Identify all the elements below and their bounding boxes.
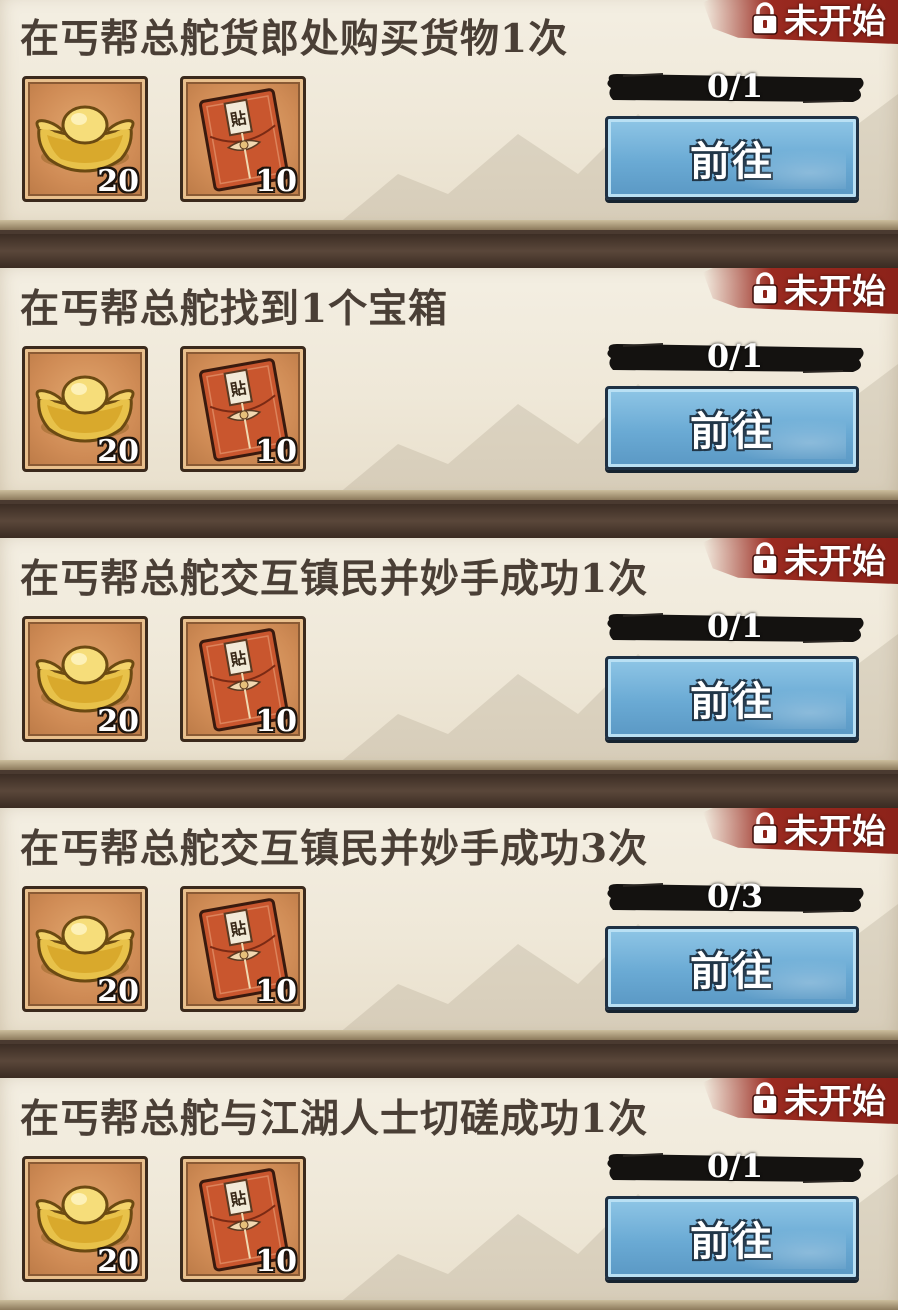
status-label: 未开始 <box>784 1081 886 1122</box>
progress-bar: 0/1 <box>603 607 867 646</box>
go-button[interactable]: 前往 <box>605 386 859 470</box>
reward-quantity: 10 <box>255 974 297 1009</box>
progress-bar: 0/1 <box>603 337 867 376</box>
task-divider <box>0 234 898 268</box>
task-card: 在丐帮总舵交互镇民并妙手成功3次 未开始 20 貼 10 0/3 前往 <box>0 804 898 1040</box>
reward-item-envelope[interactable]: 貼 10 <box>180 886 306 1012</box>
lock-icon <box>752 272 778 305</box>
task-title: 在丐帮总舵货郎处购买货物1次 <box>20 16 569 62</box>
reward-item-envelope[interactable]: 貼 10 <box>180 616 306 742</box>
progress-text: 0/3 <box>706 877 764 915</box>
go-button-label: 前往 <box>690 138 774 185</box>
reward-item-envelope[interactable]: 貼 10 <box>180 346 306 472</box>
progress-text: 0/1 <box>706 67 764 105</box>
reward-quantity: 10 <box>255 704 297 739</box>
task-card: 在丐帮总舵货郎处购买货物1次 未开始 20 貼 10 0/1 前往 <box>0 0 898 230</box>
lock-icon <box>752 812 778 845</box>
reward-quantity: 20 <box>97 1244 139 1279</box>
lock-icon <box>752 1082 778 1115</box>
go-button[interactable]: 前往 <box>605 656 859 740</box>
go-button-label: 前往 <box>690 678 774 725</box>
status-label: 未开始 <box>784 541 886 582</box>
reward-quantity: 10 <box>255 164 297 199</box>
progress-bar: 0/3 <box>603 877 867 916</box>
progress-text: 0/1 <box>706 337 764 375</box>
status-label: 未开始 <box>784 271 886 312</box>
progress-bar: 0/1 <box>603 67 867 106</box>
svg-text:貼: 貼 <box>229 1188 248 1209</box>
lock-icon <box>752 542 778 575</box>
reward-quantity: 20 <box>97 434 139 469</box>
task-title: 在丐帮总舵交互镇民并妙手成功3次 <box>20 826 649 872</box>
status-label: 未开始 <box>784 811 886 852</box>
task-card: 在丐帮总舵与江湖人士切磋成功1次 未开始 20 貼 10 0/1 前往 <box>0 1074 898 1310</box>
task-divider <box>0 504 898 538</box>
status-label: 未开始 <box>784 1 886 42</box>
reward-quantity: 20 <box>97 974 139 1009</box>
status-tag: 未开始 <box>703 804 898 854</box>
status-tag: 未开始 <box>703 0 898 44</box>
task-divider <box>0 1044 898 1078</box>
reward-item-gold[interactable]: 20 <box>22 76 148 202</box>
reward-item-gold[interactable]: 20 <box>22 346 148 472</box>
task-title: 在丐帮总舵与江湖人士切磋成功1次 <box>20 1096 649 1142</box>
svg-text:貼: 貼 <box>229 648 248 669</box>
reward-quantity: 20 <box>97 164 139 199</box>
progress-text: 0/1 <box>706 1147 764 1185</box>
svg-text:貼: 貼 <box>229 918 248 939</box>
reward-item-gold[interactable]: 20 <box>22 616 148 742</box>
reward-item-gold[interactable]: 20 <box>22 1156 148 1282</box>
reward-quantity: 10 <box>255 1244 297 1279</box>
task-divider <box>0 774 898 808</box>
task-title: 在丐帮总舵找到1个宝箱 <box>20 286 449 332</box>
lock-icon <box>752 2 778 35</box>
task-card: 在丐帮总舵交互镇民并妙手成功1次 未开始 20 貼 10 0/1 前往 <box>0 534 898 770</box>
go-button[interactable]: 前往 <box>605 926 859 1010</box>
go-button-label: 前往 <box>690 1218 774 1265</box>
task-card: 在丐帮总舵找到1个宝箱 未开始 20 貼 10 0/1 前往 <box>0 264 898 500</box>
go-button[interactable]: 前往 <box>605 1196 859 1280</box>
reward-item-envelope[interactable]: 貼 10 <box>180 76 306 202</box>
status-tag: 未开始 <box>703 1074 898 1124</box>
go-button-label: 前往 <box>690 408 774 455</box>
go-button[interactable]: 前往 <box>605 116 859 200</box>
progress-bar: 0/1 <box>603 1147 867 1186</box>
reward-quantity: 10 <box>255 434 297 469</box>
task-title: 在丐帮总舵交互镇民并妙手成功1次 <box>20 556 649 602</box>
svg-text:貼: 貼 <box>229 108 248 129</box>
status-tag: 未开始 <box>703 264 898 314</box>
progress-text: 0/1 <box>706 607 764 645</box>
reward-quantity: 20 <box>97 704 139 739</box>
reward-item-envelope[interactable]: 貼 10 <box>180 1156 306 1282</box>
go-button-label: 前往 <box>690 948 774 995</box>
svg-text:貼: 貼 <box>229 378 248 399</box>
status-tag: 未开始 <box>703 534 898 584</box>
reward-item-gold[interactable]: 20 <box>22 886 148 1012</box>
